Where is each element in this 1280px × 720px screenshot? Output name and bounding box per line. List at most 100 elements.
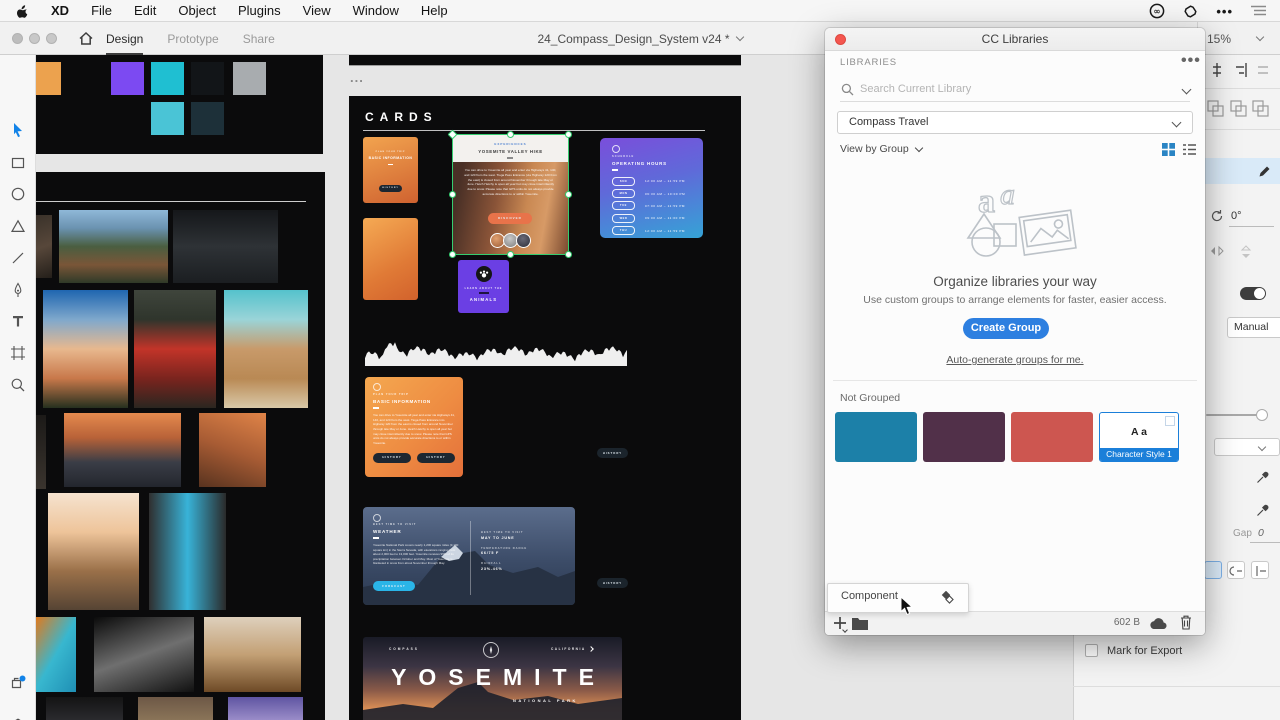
tab-share[interactable]: Share [243, 22, 275, 55]
sync-status-icon[interactable] [1183, 4, 1198, 19]
resize-handle[interactable] [507, 251, 514, 258]
library-color-teal[interactable] [835, 412, 917, 462]
resize-handle[interactable] [565, 131, 572, 138]
close-window-button[interactable] [12, 33, 23, 44]
photo-moonlit-dark[interactable] [46, 697, 123, 720]
swatch-black[interactable] [191, 62, 224, 95]
zoom-level[interactable]: 15% [1207, 32, 1231, 46]
avatar[interactable] [516, 233, 531, 248]
orange-gradient-card[interactable] [363, 218, 418, 300]
eyedropper-icon[interactable] [1256, 503, 1270, 517]
view-by-group-dropdown[interactable]: View by Group [840, 143, 922, 155]
ellipse-tool-icon[interactable] [10, 186, 26, 202]
weather-card[interactable]: BEST TIME TO VISIT WEATHER Yosemite Nati… [363, 507, 575, 605]
padding-option[interactable] [1251, 561, 1269, 579]
history-pill[interactable]: HISTORY [597, 578, 628, 588]
menu-item-object[interactable]: Object [178, 3, 216, 18]
list-view-icon[interactable] [1183, 143, 1196, 156]
resize-handle[interactable] [565, 191, 572, 198]
treeline-silhouette[interactable] [365, 340, 627, 366]
auto-generate-link[interactable]: Auto-generate groups for me. [825, 354, 1205, 366]
hours-card[interactable]: SCHEDULE OPERATING HOURS SUN12:00 AM – 1… [600, 138, 703, 238]
component-tooltip[interactable]: Component [827, 583, 969, 613]
polygon-tool-icon[interactable] [10, 218, 26, 234]
select-tool-icon[interactable] [10, 122, 26, 138]
photo-desert-rocks[interactable] [224, 290, 308, 408]
menu-item-window[interactable]: Window [353, 3, 399, 18]
align-middle-icon[interactable] [1256, 63, 1270, 77]
photo-hot-spring[interactable] [36, 617, 76, 692]
create-group-button[interactable]: Create Group [963, 318, 1049, 339]
resize-mode-select[interactable]: Manual [1227, 317, 1280, 338]
artboard-tool-icon[interactable] [10, 345, 26, 361]
flip-horizontal-icon[interactable] [1210, 245, 1224, 257]
tab-prototype[interactable]: Prototype [167, 22, 218, 55]
effect-select[interactable] [1214, 438, 1280, 456]
photo-yosemite-valley[interactable] [59, 210, 168, 283]
zoom-window-button[interactable] [46, 33, 57, 44]
align-right-icon[interactable] [1234, 63, 1248, 77]
swatch-gray[interactable] [233, 62, 266, 95]
padding-option[interactable] [1227, 561, 1245, 579]
slider-knob[interactable] [1256, 409, 1268, 421]
pencil-icon[interactable] [1258, 165, 1271, 178]
menu-item-edit[interactable]: Edit [134, 3, 156, 18]
resize-handle[interactable] [449, 251, 456, 258]
minimize-window-button[interactable] [29, 33, 40, 44]
zoom-tool-icon[interactable] [10, 377, 26, 393]
rotate-icon[interactable] [1210, 209, 1224, 223]
swatch-teal[interactable] [151, 62, 184, 95]
char-style-checkbox[interactable] [1165, 416, 1175, 426]
discover-button[interactable]: DISCOVER [488, 213, 532, 224]
tab-design[interactable]: Design [106, 22, 143, 55]
menu-item-file[interactable]: File [91, 3, 112, 18]
photo-cliff-sliver[interactable] [36, 415, 46, 489]
photo-taft-point-cliff[interactable] [48, 493, 139, 610]
swatch-purple[interactable] [111, 62, 144, 95]
history-pill[interactable]: HISTORY [597, 448, 628, 458]
animals-card[interactable]: LEARN ABOUT THE ANIMALS [458, 260, 509, 313]
photo-half-dome-sunset[interactable] [64, 413, 181, 487]
layers-icon[interactable] [10, 716, 26, 720]
forecast-button[interactable]: FORECAST [373, 581, 415, 591]
swatch-orange[interactable] [36, 62, 61, 95]
resize-handle[interactable] [565, 251, 572, 258]
more-icon[interactable]: ••• [1216, 4, 1233, 19]
photo-joshua-tree-sunset[interactable] [43, 290, 128, 408]
title-chevron-icon[interactable] [735, 33, 743, 41]
cards-artboard-label[interactable]: ... [350, 70, 364, 85]
pen-tool-icon[interactable] [10, 282, 26, 298]
folder-icon[interactable] [852, 617, 868, 630]
photo-red-jacket-hiker[interactable] [134, 290, 216, 408]
flip-vertical-icon[interactable] [1240, 245, 1252, 259]
photo-canyon-wall[interactable] [199, 413, 266, 487]
search-scope-chevron-icon[interactable] [1182, 85, 1192, 95]
trash-icon[interactable] [1180, 615, 1192, 630]
menu-item-view[interactable]: View [303, 3, 331, 18]
home-icon[interactable] [78, 31, 94, 46]
photo-canyon-rocks[interactable] [138, 697, 213, 720]
gap-field[interactable]: 0 [1258, 527, 1264, 539]
photo-smoke-abstract[interactable] [94, 617, 194, 692]
photo-slot-canyon[interactable] [149, 493, 226, 610]
rotation-field[interactable]: 0° [1231, 210, 1242, 222]
swatch-artboard[interactable] [36, 55, 323, 154]
assets-icon[interactable] [10, 675, 26, 691]
cloud-sync-icon[interactable] [1149, 617, 1167, 630]
swatch-darkteal[interactable] [191, 102, 224, 135]
photo-rock-detail[interactable] [36, 215, 52, 278]
creative-cloud-icon[interactable]: ∞ [1149, 3, 1165, 19]
apple-menu-icon[interactable] [16, 3, 29, 18]
line-tool-icon[interactable] [10, 250, 26, 266]
library-character-style[interactable]: A a Character Style 1 [1099, 412, 1179, 462]
library-color-purple[interactable] [923, 412, 1005, 462]
menu-item-plugins[interactable]: Plugins [238, 3, 281, 18]
text-tool-icon[interactable] [10, 313, 26, 329]
resize-handle[interactable] [449, 191, 456, 198]
panel-more-icon[interactable]: ••• [1181, 52, 1201, 70]
experience-card-selected[interactable]: EXPERIENCES YOSEMITE VALLEY HIKE You can… [453, 135, 568, 254]
cc-titlebar[interactable]: CC Libraries [825, 28, 1205, 51]
plan-card[interactable]: PLAN YOUR TRIP BASIC INFORMATION You can… [365, 377, 463, 477]
grid-view-icon[interactable] [1162, 143, 1175, 156]
component-edit-row[interactable] [1203, 158, 1280, 184]
